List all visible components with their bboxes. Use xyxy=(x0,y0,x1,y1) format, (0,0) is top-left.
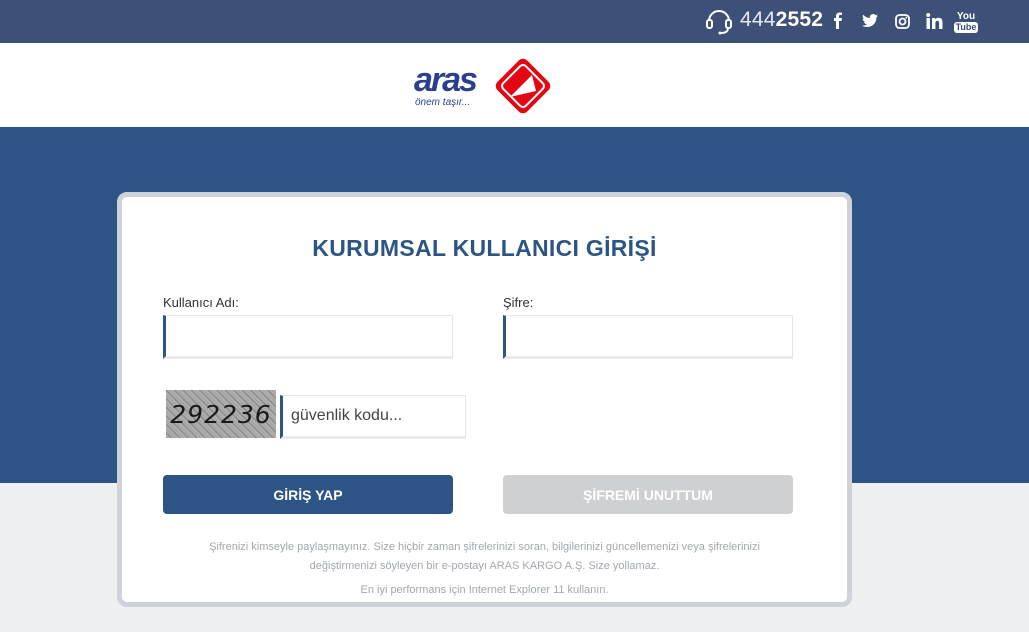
linkedin-link[interactable] xyxy=(921,8,947,34)
page-title: KURUMSAL KULLANICI GİRİŞİ xyxy=(312,235,657,261)
browser-notice: En iyi performans için Internet Explorer… xyxy=(360,584,609,596)
top-bar: 4442552 You Tube xyxy=(0,0,1029,43)
linkedin-icon xyxy=(925,13,942,29)
password-label: Şifre: xyxy=(503,295,534,310)
security-notice-line1: Şifrenizi kimseyle paylaşmayınız. Size h… xyxy=(209,541,760,553)
twitter-link[interactable] xyxy=(857,8,883,34)
call-center[interactable]: 4442552 xyxy=(704,4,823,36)
phone-number: 4442552 xyxy=(740,8,823,32)
facebook-icon xyxy=(834,12,842,29)
logo-wordmark: aras xyxy=(414,61,478,99)
password-input[interactable] xyxy=(503,315,793,359)
captcha-code: 292236 xyxy=(170,399,272,429)
phone-prefix: 444 xyxy=(740,8,776,31)
logo-tagline: önem taşır... xyxy=(415,97,471,108)
site-header: aras önem taşır... xyxy=(0,43,1029,127)
username-label: Kullanıcı Adı: xyxy=(163,295,239,310)
aras-logo[interactable]: aras önem taşır... xyxy=(412,51,558,121)
youtube-icon: You Tube xyxy=(953,10,979,33)
logo-diamond-icon xyxy=(495,58,551,114)
youtube-link[interactable]: You Tube xyxy=(953,9,979,35)
username-input[interactable] xyxy=(163,315,453,359)
forgot-password-button[interactable]: ŞİFREMİ UNUTTUM xyxy=(503,475,793,514)
youtube-you: You xyxy=(956,10,976,22)
instagram-link[interactable] xyxy=(889,8,915,34)
login-card: KURUMSAL KULLANICI GİRİŞİ Kullanıcı Adı:… xyxy=(117,192,852,607)
captcha-input[interactable] xyxy=(280,395,466,439)
facebook-link[interactable] xyxy=(825,8,851,34)
login-button[interactable]: GİRİŞ YAP xyxy=(163,475,453,514)
security-notice-line2: değiştirmenizi söyleyen bir e-postayı AR… xyxy=(309,560,660,572)
captcha-image: 292236 xyxy=(166,390,276,438)
instagram-icon xyxy=(894,13,910,29)
youtube-tube: Tube xyxy=(953,21,979,33)
twitter-icon xyxy=(862,14,878,27)
headset-icon xyxy=(706,10,732,35)
phone-suffix: 2552 xyxy=(775,8,824,31)
